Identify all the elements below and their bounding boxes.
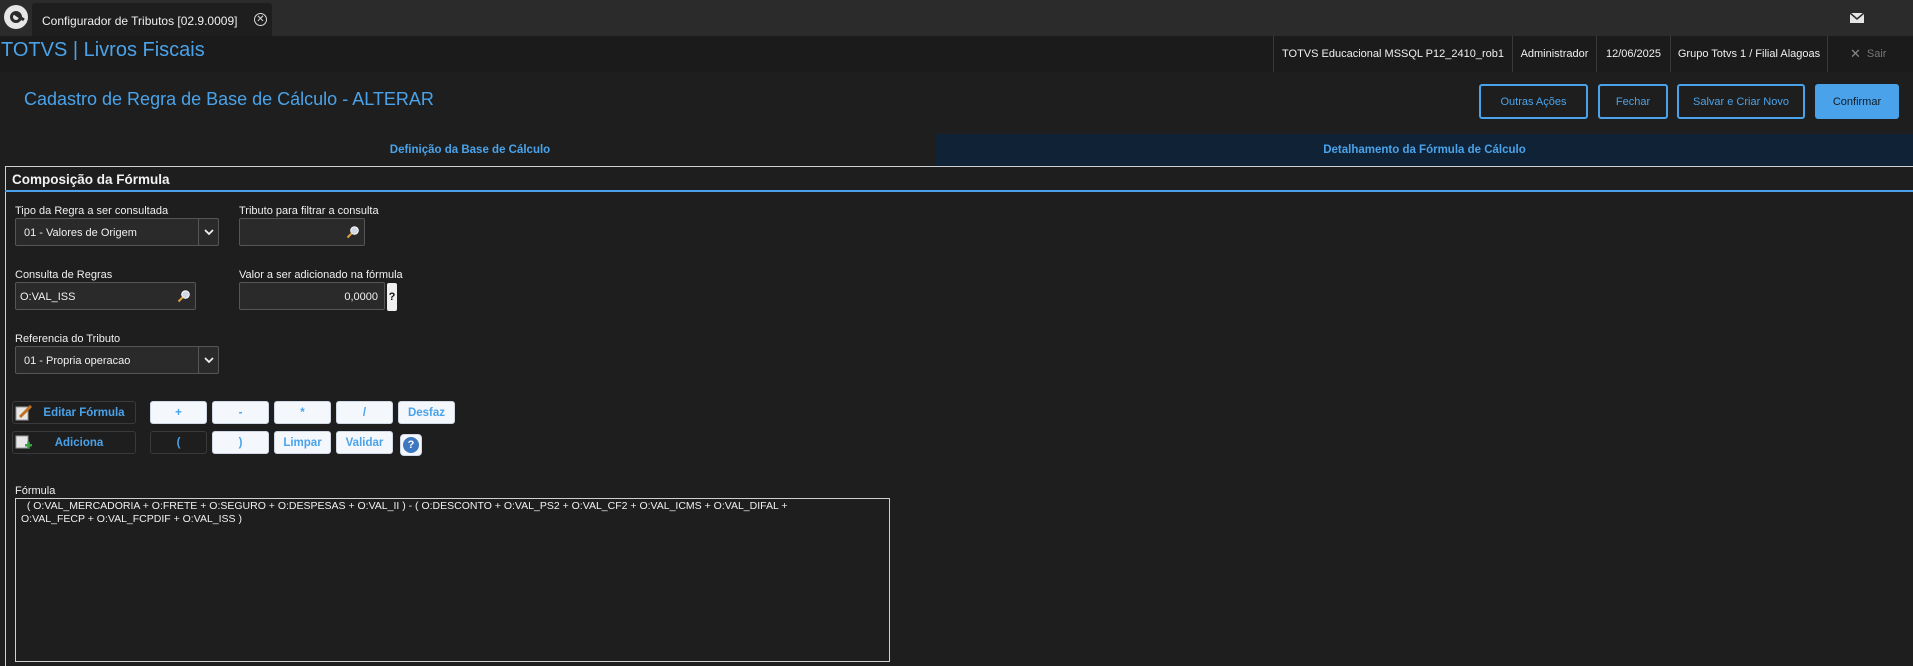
help-button[interactable]: ? — [400, 434, 422, 456]
valor-adicionado-label: Valor a ser adicionado na fórmula — [239, 269, 403, 281]
consulta-regras-value: O:VAL_ISS — [20, 291, 76, 303]
search-icon[interactable] — [346, 225, 360, 239]
section-divider — [5, 190, 1913, 192]
branch-info: Grupo Totvs 1 / Filial Alagoas — [1670, 36, 1828, 72]
editar-formula-label: Editar Fórmula — [43, 406, 125, 419]
divide-button[interactable]: / — [336, 401, 393, 424]
user-info: Administrador — [1512, 36, 1596, 72]
window-tab-label: Configurador de Tributos [02.9.0009] — [42, 14, 238, 28]
desfaz-button[interactable]: Desfaz — [398, 401, 455, 424]
date-info: 12/06/2025 — [1596, 36, 1670, 72]
mail-icon[interactable] — [1848, 9, 1866, 27]
valor-adicionado-input[interactable]: 0,0000 — [239, 282, 385, 310]
editar-formula-button[interactable]: Editar Fórmula — [12, 401, 136, 424]
referencia-tributo-label: Referencia do Tributo — [15, 333, 121, 345]
adiciona-button[interactable]: Adiciona — [12, 431, 136, 454]
add-item-icon — [15, 435, 33, 451]
referencia-tributo-select[interactable]: 01 - Propria operacao — [15, 346, 219, 374]
tipo-regra-label: Tipo da Regra a ser consultada — [15, 205, 169, 217]
tab-definicao-base[interactable]: Definição da Base de Cálculo — [4, 134, 936, 166]
tributo-filtro-label: Tributo para filtrar a consulta — [239, 205, 379, 217]
referencia-tributo-value: 01 - Propria operacao — [24, 355, 131, 367]
section-title: Composição da Fórmula — [12, 172, 170, 187]
adiciona-label: Adiciona — [54, 436, 104, 449]
chevron-down-icon[interactable] — [198, 219, 218, 245]
window-tab[interactable]: Configurador de Tributos [02.9.0009] ✕ — [32, 3, 272, 36]
valor-help-button[interactable]: ? — [387, 283, 397, 311]
plus-button[interactable]: + — [150, 401, 207, 424]
validar-button[interactable]: Validar — [336, 431, 393, 454]
totvs-logo-icon — [4, 5, 28, 29]
logout-icon: ✕ — [1850, 46, 1861, 61]
formula-text: ( O:VAL_MERCADORIA + O:FRETE + O:SEGURO … — [21, 500, 788, 525]
environment-info: TOTVS Educacional MSSQL P12_2410_rob1 — [1273, 36, 1512, 72]
app-title: TOTVS | Livros Fiscais — [1, 39, 205, 61]
chevron-down-icon[interactable] — [198, 347, 218, 373]
open-paren-button[interactable]: ( — [150, 431, 207, 454]
tipo-regra-select[interactable]: 01 - Valores de Origem — [15, 218, 219, 246]
close-tab-icon[interactable]: ✕ — [254, 13, 267, 26]
other-actions-button[interactable]: Outras Ações — [1479, 84, 1588, 119]
edit-pencil-icon — [15, 404, 33, 421]
tipo-regra-value: 01 - Valores de Origem — [24, 227, 137, 239]
tributo-filtro-input[interactable] — [239, 218, 365, 246]
logout-label: Sair — [1866, 48, 1887, 60]
app-header: TOTVS | Livros Fiscais TOTVS Educacional… — [0, 36, 1913, 72]
confirm-button[interactable]: Confirmar — [1815, 84, 1899, 119]
page-title: Cadastro de Regra de Base de Cálculo - A… — [24, 89, 434, 109]
limpar-button[interactable]: Limpar — [274, 431, 331, 454]
multiply-button[interactable]: * — [274, 401, 331, 424]
valor-adicionado-value: 0,0000 — [344, 291, 378, 303]
formula-label: Fórmula — [15, 485, 56, 497]
close-paren-button[interactable]: ) — [212, 431, 269, 454]
help-icon: ? — [403, 437, 419, 453]
consulta-regras-label: Consulta de Regras — [15, 269, 113, 281]
minus-button[interactable]: - — [212, 401, 269, 424]
consulta-regras-input[interactable]: O:VAL_ISS — [15, 282, 196, 310]
logout-button[interactable]: ✕ Sair — [1850, 36, 1886, 72]
window-tabbar: Configurador de Tributos [02.9.0009] ✕ — [0, 0, 1913, 36]
save-and-new-button[interactable]: Salvar e Criar Novo — [1677, 84, 1805, 119]
formula-textarea[interactable]: ( O:VAL_MERCADORIA + O:FRETE + O:SEGURO … — [15, 498, 890, 662]
close-button[interactable]: Fechar — [1598, 84, 1668, 119]
tab-detalhamento-formula[interactable]: Detalhamento da Fórmula de Cálculo — [936, 134, 1913, 166]
search-icon[interactable] — [177, 289, 191, 303]
